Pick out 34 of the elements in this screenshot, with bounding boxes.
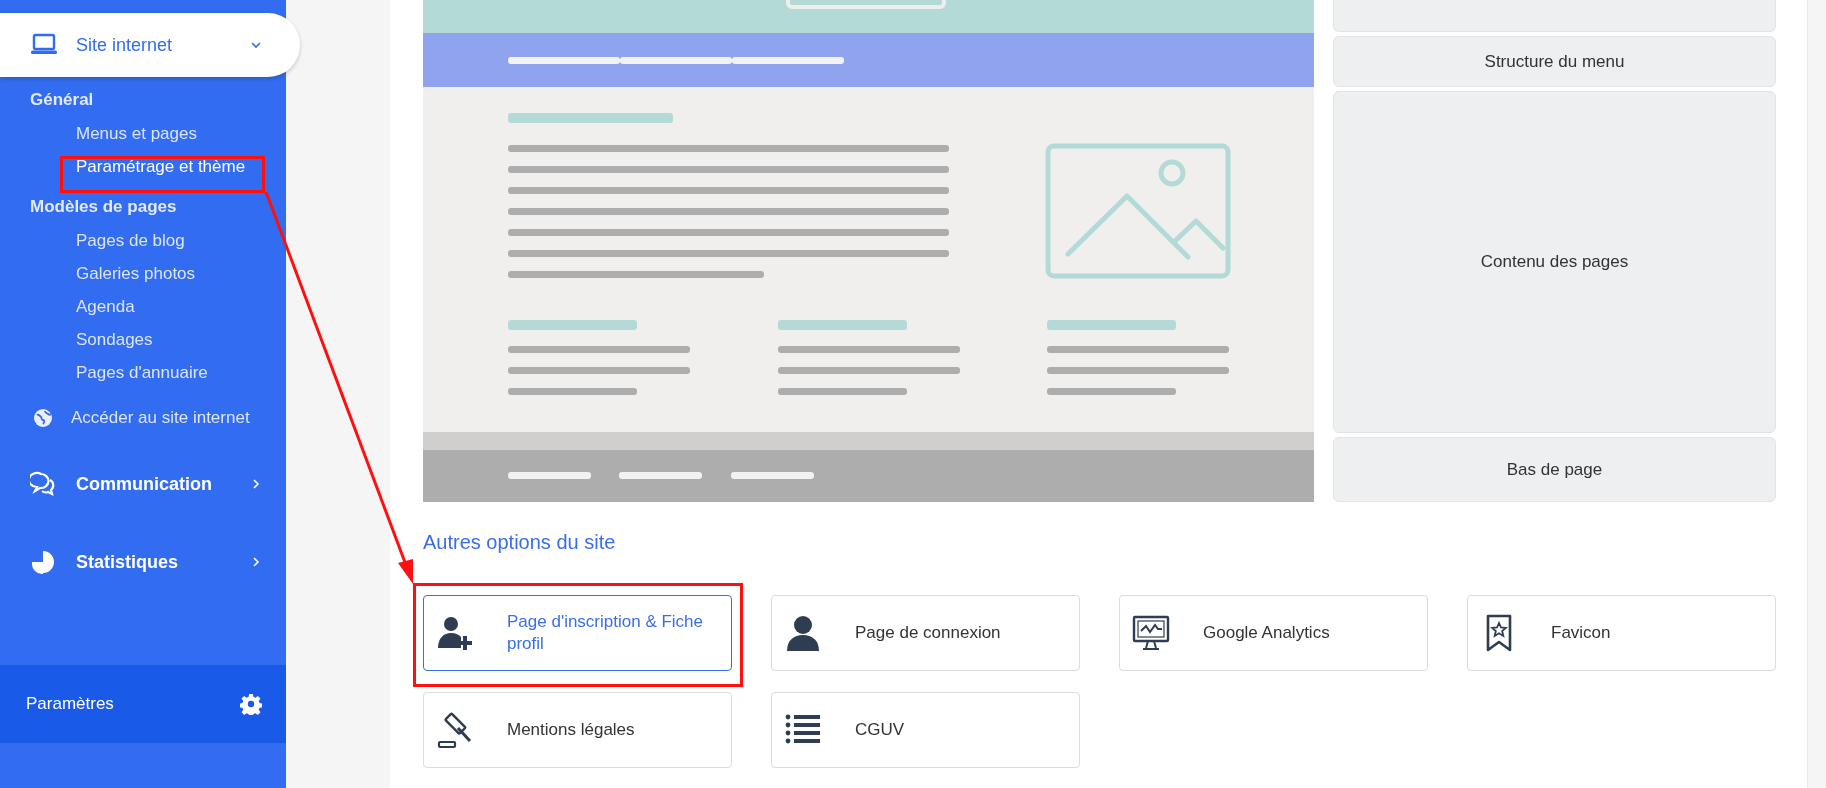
nav-link[interactable]: Menus et pages [0, 118, 286, 151]
user-icon [784, 614, 822, 652]
chevron-right-icon [250, 556, 262, 568]
user-plus-icon [436, 614, 474, 652]
layout-zone[interactable] [1333, 0, 1776, 32]
option-card[interactable]: Google Analytics [1119, 595, 1428, 671]
nav-link[interactable]: Agenda [0, 291, 286, 324]
globe-icon [33, 408, 53, 428]
settings-button[interactable]: Paramètres [0, 665, 286, 743]
layout-zone-button[interactable]: Contenu des pages [1333, 91, 1776, 433]
settings-icon [240, 693, 262, 715]
option-card[interactable]: Page d'inscription & Fiche profil [423, 595, 732, 671]
nav-link[interactable]: Pages d'annuaire [0, 357, 286, 390]
layout-zone-button[interactable]: Bas de page [1333, 437, 1776, 502]
nav-link[interactable]: Accéder au site internet [0, 390, 286, 428]
nav-link[interactable]: Galeries photos [0, 258, 286, 291]
option-card[interactable]: Mentions légales [423, 692, 732, 768]
monitor-chart-icon [1132, 614, 1170, 652]
nav-item[interactable]: Site internet [0, 13, 300, 77]
nav-link[interactable]: Sondages [0, 324, 286, 357]
nav-link[interactable]: Paramétrage et thème [0, 151, 286, 184]
nav-group-heading: Modèles de pages [29, 196, 178, 218]
chevron-right-icon [250, 478, 262, 490]
gavel-icon [436, 711, 474, 749]
option-card[interactable]: Page de connexion [771, 595, 1080, 671]
nav-group-heading: Général [29, 89, 95, 111]
section-heading: Autres options du site [423, 531, 617, 555]
layout-zone-button[interactable]: Structure du menu [1333, 36, 1776, 87]
nav-item[interactable]: Communication [0, 452, 286, 516]
option-card[interactable]: CGUV [771, 692, 1080, 768]
chevron-down-icon [250, 39, 262, 51]
nav-link[interactable]: Pages de blog [0, 225, 286, 258]
option-card[interactable]: Favicon [1467, 595, 1776, 671]
nav-item[interactable]: Statistiques [0, 530, 286, 594]
